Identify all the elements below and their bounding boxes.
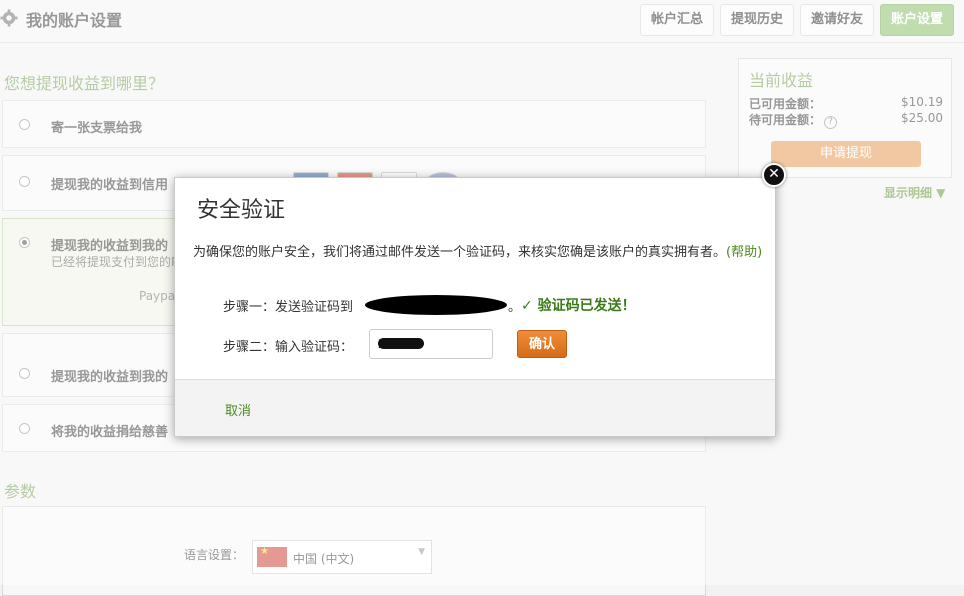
dialog-description: 为确保您的账户安全，我们将通过邮件发送一个验证码，来核实您确是该账户的真实拥有者… <box>193 244 763 262</box>
close-icon[interactable]: ✕ <box>762 163 786 187</box>
cancel-link[interactable]: 取消 <box>225 400 251 419</box>
code-sent-message: ✓ 验证码已发送！ <box>521 298 636 314</box>
step1-label: 步骤一：发送验证码到 <box>223 300 354 315</box>
verification-code-input[interactable] <box>369 329 493 359</box>
dialog-footer: 取消 <box>175 379 775 436</box>
help-link[interactable]: (帮助) <box>726 245 762 260</box>
step2-label: 步骤二：输入验证码： <box>223 340 354 355</box>
description-text: 为确保您的账户安全，我们将通过邮件发送一个验证码，来核实您确是该账户的真实拥有者… <box>193 245 727 260</box>
dialog-title: 安全验证 <box>197 198 286 223</box>
confirm-button[interactable]: 确认 <box>517 330 567 358</box>
step1-period: 。 <box>508 300 522 315</box>
security-verification-dialog: 安全验证 为确保您的账户安全，我们将通过邮件发送一个验证码，来核实您确是该账户的… <box>174 177 776 437</box>
redacted-email <box>365 295 507 315</box>
